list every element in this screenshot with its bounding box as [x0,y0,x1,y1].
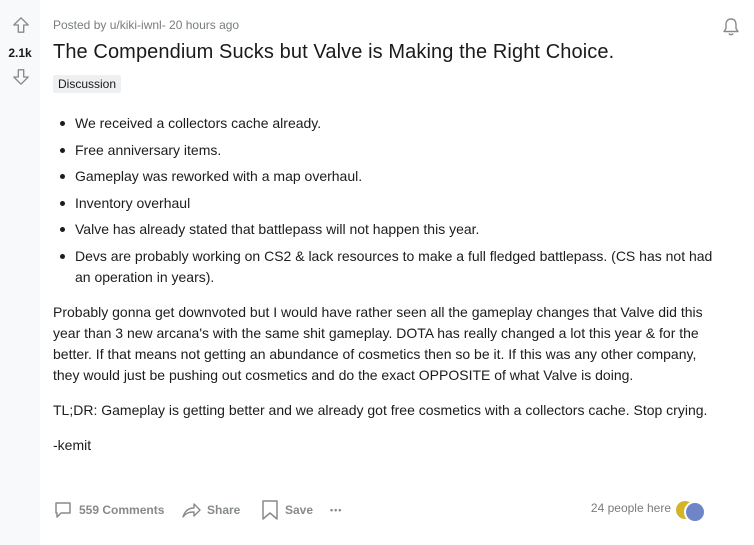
bullet-list: We received a collectors cache already. … [53,113,723,288]
people-here-label[interactable]: 24 people here [591,501,671,515]
post-card: 2.1k Posted by u/kiki-iwnl- 20 hours ago… [0,0,754,545]
flair-badge[interactable]: Discussion [53,75,122,93]
vote-score: 2.1k [8,46,32,60]
comments-label: 559 Comments [79,503,165,517]
save-label: Save [285,503,314,517]
bullet-item: Gameplay was reworked with a map overhau… [60,166,723,187]
action-bar: 559 Comments Share Save ••• 24 people he… [53,497,743,523]
post-meta: Posted by u/kiki-iwnl- 20 hours ago [53,18,240,32]
body-paragraph: TL;DR: Gameplay is getting better and we… [53,401,708,418]
share-label: Share [207,503,241,517]
downvote-icon[interactable] [12,68,30,86]
bell-icon[interactable] [722,17,740,37]
bullet-item: Free anniversary items. [60,140,723,161]
avatar-group[interactable] [674,498,710,524]
comments-button[interactable]: 559 Comments [53,497,164,523]
share-button[interactable]: Share [181,497,240,523]
upvote-icon[interactable] [12,16,30,34]
post-title[interactable]: The Compendium Sucks but Valve is Making… [53,41,614,64]
vote-column: 2.1k [0,0,40,545]
save-button[interactable]: Save [261,497,313,523]
bookmark-icon [262,500,278,520]
share-icon [182,503,201,518]
bullet-item: Valve has already stated that battlepass… [60,219,723,240]
bullet-item: Inventory overhaul [60,193,723,214]
signature-paragraph: -kemit [53,436,92,453]
body-paragraph: Probably gonna get downvoted but I would… [53,303,703,383]
bullet-item: Devs are probably working on CS2 & lack … [60,246,723,288]
post-body: We received a collectors cache already. … [53,113,723,456]
comment-icon [55,502,71,518]
avatar [684,501,706,523]
bullet-item: We received a collectors cache already. [60,113,723,134]
more-options-button[interactable]: ••• [330,497,342,523]
more-options-icon: ••• [330,505,343,515]
